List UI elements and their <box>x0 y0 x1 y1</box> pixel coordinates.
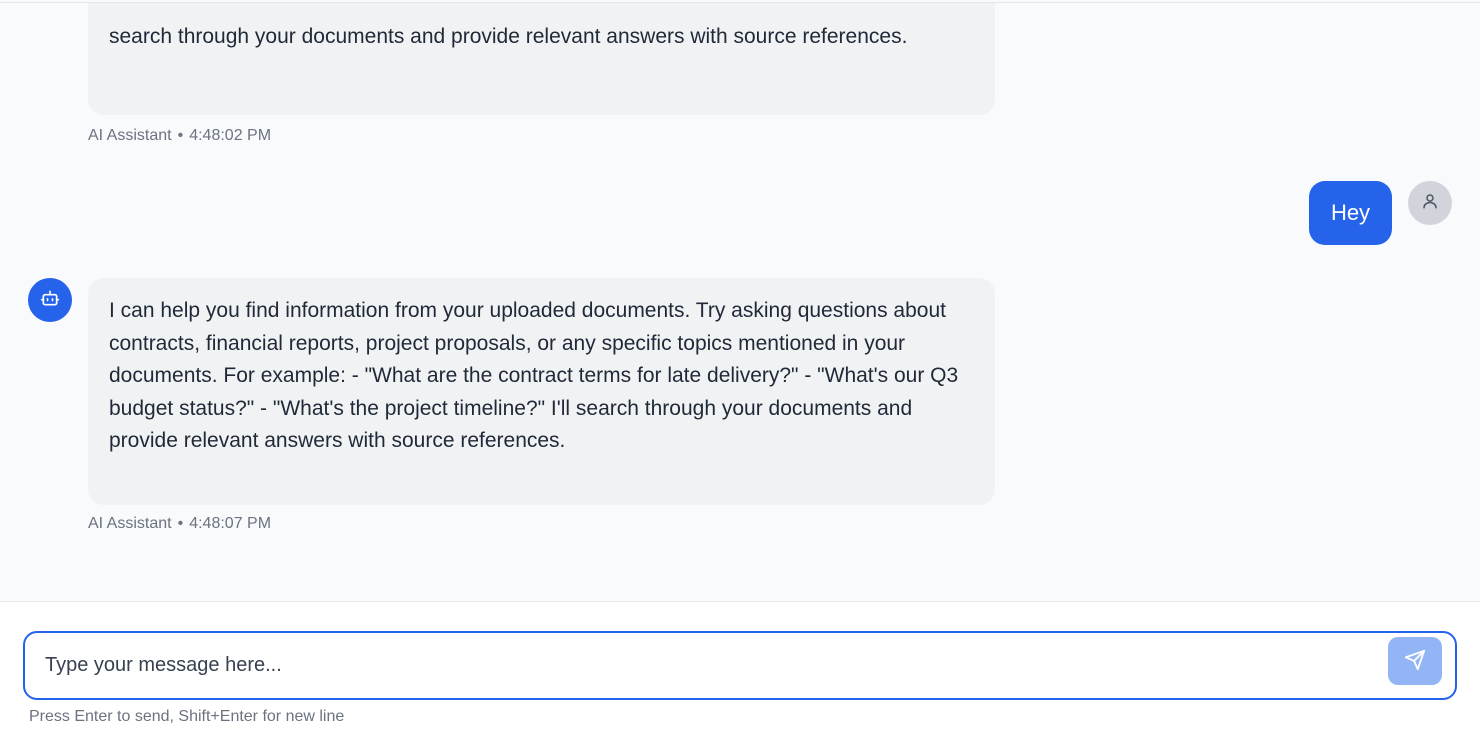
send-icon <box>1404 649 1426 674</box>
user-message-text: Hey <box>1330 200 1371 225</box>
meta-separator: • <box>177 127 184 144</box>
bot-message-text: search through your documents and provid… <box>109 25 908 48</box>
user-icon <box>1421 192 1439 215</box>
message-time: 4:48:02 PM <box>189 127 272 144</box>
chat-app: search through your documents and provid… <box>0 0 1480 752</box>
user-avatar <box>1408 181 1452 225</box>
user-message-bubble: Hey <box>1309 181 1392 245</box>
message-input[interactable] <box>45 645 1375 685</box>
message-sender: AI Assistant <box>88 127 172 144</box>
robot-icon <box>40 288 60 313</box>
bot-avatar <box>28 278 72 322</box>
composer: Press Enter to send, Shift+Enter for new… <box>0 601 1480 752</box>
message-sender: AI Assistant <box>88 515 172 532</box>
send-button[interactable] <box>1388 637 1442 685</box>
message-meta: AI Assistant • 4:48:07 PM <box>88 515 271 533</box>
message-meta: AI Assistant • 4:48:02 PM <box>88 127 271 145</box>
bot-message-bubble: I can help you find information from you… <box>88 278 995 505</box>
bot-message-text: I can help you find information from you… <box>109 299 959 452</box>
bot-message-bubble: search through your documents and provid… <box>88 3 995 115</box>
meta-separator: • <box>177 515 184 532</box>
message-list[interactable]: search through your documents and provid… <box>0 3 1480 601</box>
composer-hint: Press Enter to send, Shift+Enter for new… <box>29 708 345 725</box>
message-time: 4:48:07 PM <box>189 515 272 532</box>
message-input-container[interactable] <box>23 631 1457 700</box>
